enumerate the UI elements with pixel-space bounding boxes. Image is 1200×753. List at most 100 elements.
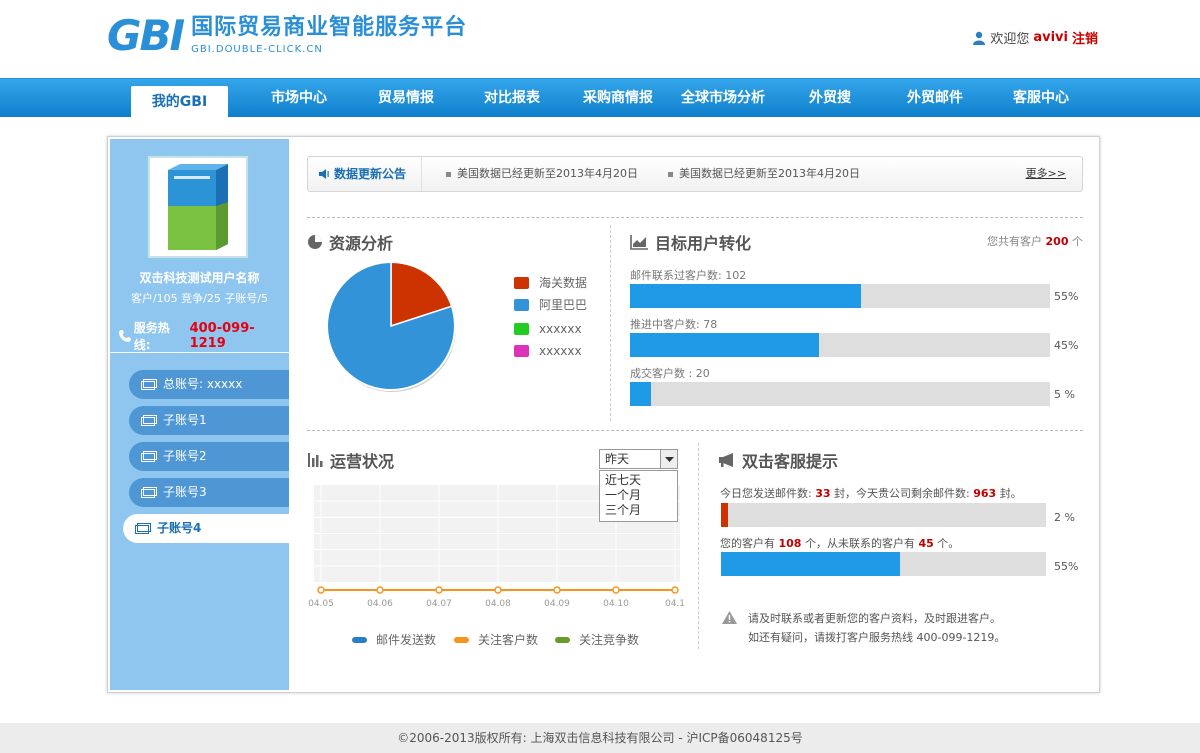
x-tick-label: 04.05 (308, 599, 334, 609)
account-sub-1[interactable]: 子账号1 (129, 406, 289, 435)
divider (698, 443, 699, 649)
user-icon (973, 31, 986, 45)
notice-bar: 数据更新公告 美国数据已经更新至2013年4月20日 美国数据已经更新至2013… (307, 156, 1083, 192)
account-card-icon (141, 415, 157, 426)
nav-my-gbi[interactable]: 我的GBI (131, 86, 228, 118)
account-sub-4[interactable]: 子账号4 (123, 514, 289, 543)
legend-swatch (352, 636, 367, 643)
area-chart-icon (630, 235, 648, 250)
bar-percent: 55% (1054, 560, 1079, 573)
customer-progress-track (721, 552, 1046, 576)
line-legend-item: 关注客户数 (454, 631, 538, 648)
logout-link[interactable]: 注销 (1072, 28, 1098, 47)
progress-fill (721, 552, 900, 576)
hotline-number: 400-099-1219 (189, 321, 255, 351)
account-label: 子账号1 (163, 413, 207, 427)
legend-swatch (514, 276, 529, 289)
mail-progress-track (721, 503, 1046, 527)
bar-label: 推进中客户数: 78 (630, 318, 718, 331)
bar-percent: 55% (1054, 290, 1079, 303)
account-label: 子账号4 (157, 521, 202, 535)
pie-chart-icon (308, 235, 322, 249)
x-tick-label: 04.06 (367, 599, 393, 609)
target-title: 目标用户转化 (630, 230, 751, 254)
line-legend-item: 关注竞争数 (555, 631, 639, 648)
x-tick-label: 04.09 (544, 599, 570, 609)
nav-trade-search[interactable]: 外贸搜 (781, 79, 879, 118)
resource-pie-chart (326, 261, 456, 392)
period-select[interactable]: 昨天 (599, 449, 678, 469)
series-point (494, 586, 502, 594)
bar-label: 邮件联系过客户数: 102 (630, 269, 747, 282)
main-nav: 我的GBI 市场中心 贸易情报 对比报表 采购商情报 全球市场分析 外贸搜 外贸… (0, 78, 1200, 118)
legend-swatch (454, 636, 469, 643)
megaphone-icon (719, 453, 733, 467)
select-value: 昨天 (605, 452, 630, 466)
logo[interactable]: GBI 国际贸易商业智能服务平台 GBI.DOUBLE-CLICK.CN (107, 14, 467, 60)
series-point (317, 586, 325, 594)
notice-item[interactable]: 美国数据已经更新至2013年4月20日 (668, 157, 860, 191)
account-card-icon (141, 451, 157, 462)
legend-swatch (514, 345, 529, 357)
hotline: 服务热线: 400-099-1219 (118, 319, 289, 353)
legend-item: xxxxxx (514, 344, 582, 358)
series-point (553, 586, 561, 594)
profile-card: 双击科技测试用户名称 客户/105 竞争/25 子账号/5 服务热线: 400-… (110, 139, 289, 353)
progress-fill (630, 284, 861, 308)
main-panel: 双击科技测试用户名称 客户/105 竞争/25 子账号/5 服务热线: 400-… (107, 136, 1100, 693)
notice-item[interactable]: 美国数据已经更新至2013年4月20日 (446, 157, 638, 191)
account-label: 子账号3 (163, 485, 207, 499)
account-main[interactable]: 总账号: xxxxx (129, 370, 289, 399)
nav-market-center[interactable]: 市场中心 (250, 79, 348, 118)
account-sub-2[interactable]: 子账号2 (129, 442, 289, 471)
account-sub-3[interactable]: 子账号3 (129, 478, 289, 507)
logo-title: 国际贸易商业智能服务平台 (191, 15, 468, 40)
series-point (671, 586, 679, 594)
warning-icon (722, 611, 737, 624)
nav-buyer-intel[interactable]: 采购商情报 (569, 79, 667, 118)
service-tip-1: 请及时联系或者更新您的客户资料，及时跟进客户。 (748, 612, 1001, 625)
legend-item: 海关数据 (514, 274, 587, 291)
service-tip-2: 如还有疑问，请拨打客户服务热线 400-099-1219。 (748, 631, 1006, 644)
speaker-icon (319, 169, 329, 179)
footer: ©2006-2013版权所有: 上海双击信息科技有限公司 - 沪ICP备0604… (0, 723, 1200, 753)
divider (307, 430, 1083, 431)
period-options: 近七天 一个月 三个月 (599, 470, 678, 522)
account-label: 总账号: xxxxx (163, 377, 243, 391)
hotline-label: 服务热线: (133, 321, 170, 352)
nav-global-market[interactable]: 全球市场分析 (673, 79, 773, 118)
mail-summary: 今日您发送邮件数: 33 封，今天贵公司剩余邮件数: 963 封。 (720, 487, 1022, 500)
nav-trade-mail[interactable]: 外贸邮件 (886, 79, 984, 118)
resource-title: 资源分析 (307, 230, 393, 254)
progress-fill (721, 503, 728, 527)
x-tick-label: 04.1 (665, 599, 685, 609)
notice-more-link[interactable]: 更多>> (1026, 157, 1066, 191)
progress-fill (630, 382, 651, 406)
progress-fill (630, 333, 819, 357)
select-option[interactable]: 近七天 (605, 473, 677, 488)
progress-track (630, 382, 1050, 406)
chevron-down-icon[interactable] (660, 450, 677, 468)
header: GBI 国际贸易商业智能服务平台 GBI.DOUBLE-CLICK.CN 欢迎您… (0, 0, 1200, 78)
x-tick-label: 04.07 (426, 599, 452, 609)
legend-swatch (514, 298, 529, 311)
profile-user-name: 双击科技测试用户名称 (139, 271, 260, 285)
account-card-icon (141, 379, 157, 390)
profile-stats: 客户/105 竞争/25 子账号/5 (130, 292, 269, 305)
account-card-icon (135, 523, 151, 534)
legend-item: xxxxxx (514, 322, 582, 336)
logo-mark: GBI (107, 11, 185, 60)
bar-percent: 45% (1054, 339, 1079, 352)
notice-title: 数据更新公告 (308, 157, 422, 191)
user-info: 欢迎您 avivi 注销 (972, 28, 1098, 47)
select-option[interactable]: 三个月 (605, 503, 677, 518)
nav-service-center[interactable]: 客服中心 (992, 79, 1090, 118)
select-option[interactable]: 一个月 (605, 488, 677, 503)
legend-item: 阿里巴巴 (514, 296, 587, 313)
x-tick-label: 04.10 (603, 599, 629, 609)
customer-summary: 您的客户有 108 个，从未联系的客户有 45 个。 (720, 537, 960, 550)
nav-trade-intel[interactable]: 贸易情报 (357, 79, 455, 118)
divider (610, 225, 611, 421)
nav-compare-report[interactable]: 对比报表 (463, 79, 561, 118)
sidebar: 双击科技测试用户名称 客户/105 竞争/25 子账号/5 服务热线: 400-… (110, 139, 289, 690)
